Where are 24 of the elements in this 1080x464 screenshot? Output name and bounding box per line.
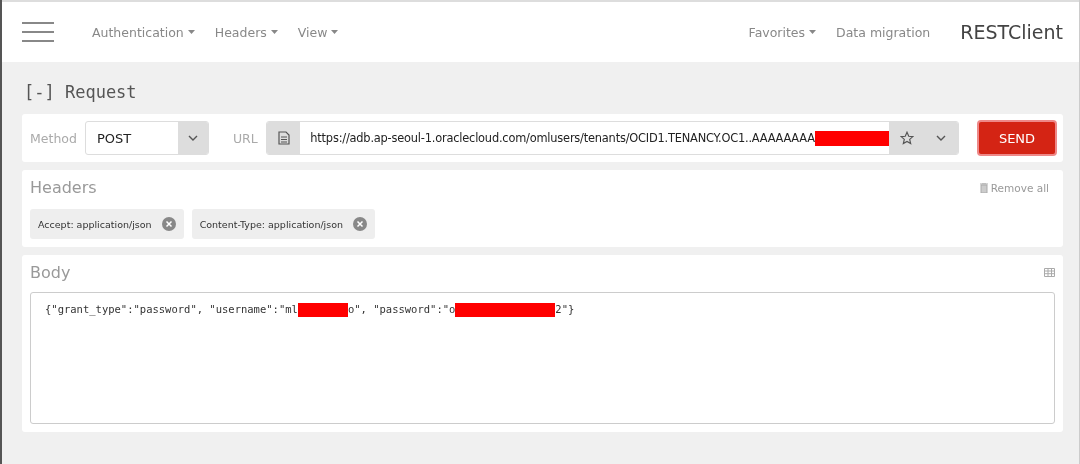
body-field[interactable]: {"grant_type":"password", "username":"ml o", "password":"o 2"}	[30, 292, 1055, 424]
menu-icon[interactable]	[22, 22, 54, 42]
chevron-icon	[187, 135, 198, 141]
tag-label: Accept: application/json	[38, 218, 152, 230]
close-icon[interactable]	[353, 217, 368, 231]
panel-title: Headers	[30, 178, 97, 197]
url-label: URL	[232, 130, 258, 146]
menu-item[interactable]: Authentication	[88, 24, 199, 40]
app-title: RESTClient	[960, 21, 1063, 43]
remove-all-button[interactable]: Remove all	[973, 180, 1055, 195]
menu-item[interactable]: Data migration	[832, 24, 935, 40]
tag-label: Content-Type: application/json	[199, 218, 344, 230]
section-title[interactable]: [-] Request	[24, 82, 1063, 102]
panel-title: Body	[30, 263, 71, 282]
redaction-mark	[297, 303, 348, 317]
method-select[interactable]: POST	[84, 121, 209, 155]
method-label: Method	[30, 130, 77, 146]
send-button[interactable]: SEND	[977, 120, 1057, 156]
table-icon[interactable]	[1044, 268, 1055, 277]
trash-icon	[979, 182, 988, 193]
menu-item[interactable]: Favorites	[744, 24, 821, 40]
menu-item[interactable]: Headers	[210, 24, 282, 40]
close-icon[interactable]	[161, 217, 176, 231]
menu-item[interactable]: View	[293, 24, 343, 40]
